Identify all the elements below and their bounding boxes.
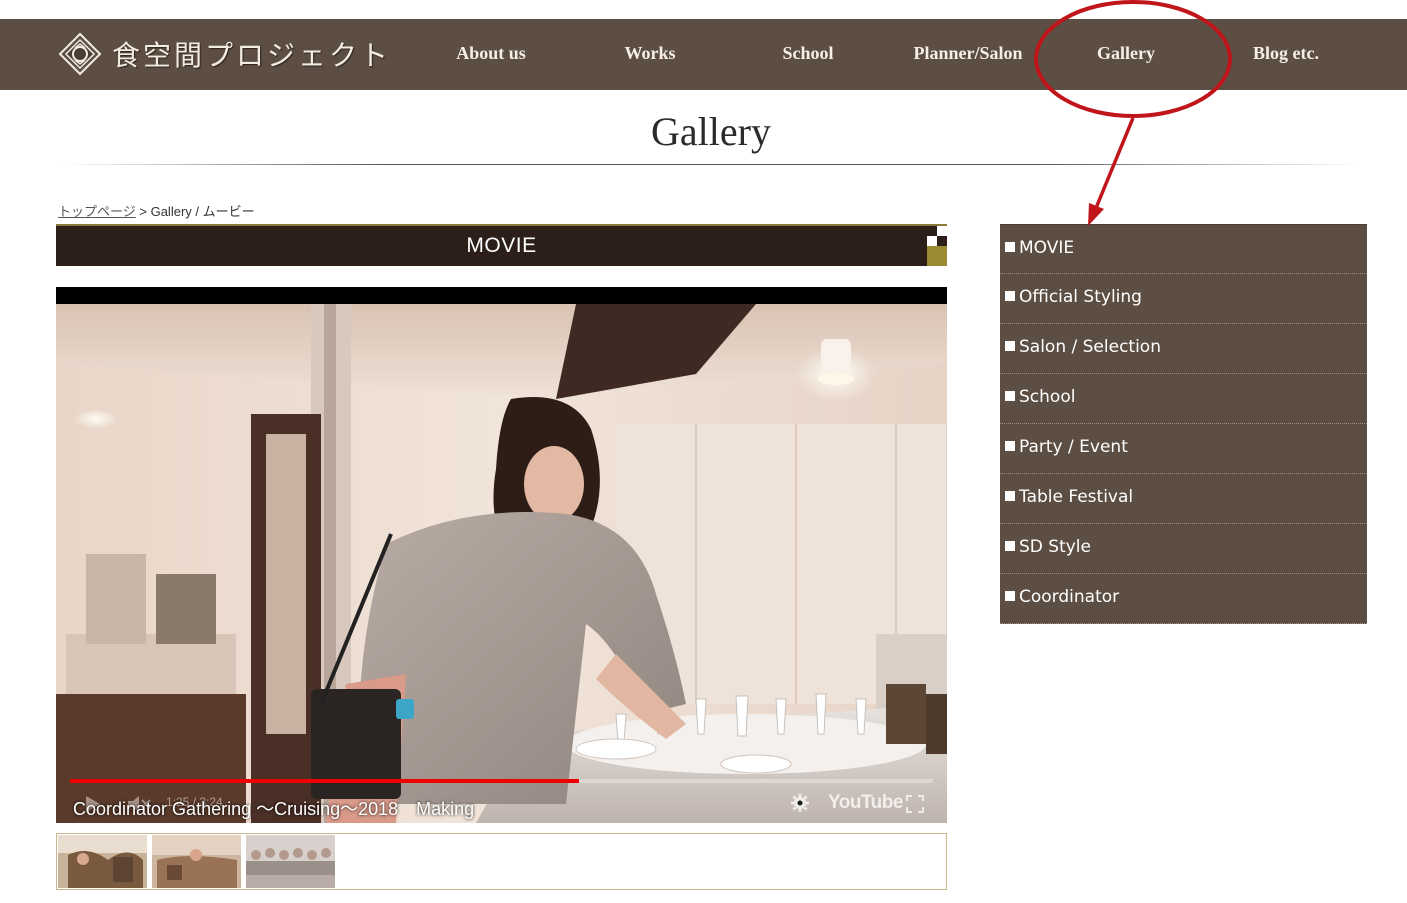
square-bullet-icon [1005, 491, 1015, 501]
youtube-logo[interactable]: YouTube [828, 792, 903, 814]
sidebar-item-label: Coordinator [1019, 587, 1120, 607]
logo-text: 食空間プロジェクト [112, 39, 392, 72]
square-bullet-icon [1005, 291, 1015, 301]
sidebar-item-coordinator[interactable]: Coordinator [1000, 574, 1367, 624]
video-progress-track[interactable] [70, 779, 933, 783]
square-bullet-icon [1005, 441, 1015, 451]
sidebar-item-official-styling[interactable]: Official Styling [1000, 274, 1367, 324]
square-bullet-icon [1005, 591, 1015, 601]
sidebar-item-party-event[interactable]: Party / Event [1000, 424, 1367, 474]
square-bullet-icon [1005, 242, 1015, 252]
gallery-sidebar: MOVIE Official Styling Salon / Selection… [1000, 224, 1367, 624]
sidebar-item-label: Table Festival [1019, 487, 1134, 507]
breadcrumb-home-link[interactable]: トップページ [58, 204, 136, 219]
sidebar-item-movie[interactable]: MOVIE [1000, 224, 1367, 274]
settings-gear-icon[interactable] [791, 794, 809, 812]
sidebar-item-label: Party / Event [1019, 437, 1128, 457]
video-frame [56, 304, 947, 823]
video-thumbnail[interactable] [58, 835, 147, 888]
square-bullet-icon [1005, 391, 1015, 401]
square-bullet-icon [1005, 341, 1015, 351]
nav-blog-etc[interactable]: Blog etc. [1234, 19, 1338, 90]
logo-crest-icon [58, 32, 102, 76]
thumbnail-strip [56, 833, 947, 890]
sidebar-item-label: School [1019, 387, 1076, 407]
video-player[interactable]: 1:25 / 3:24 Coordinator Gathering ～Cruis… [56, 287, 947, 823]
sidebar-item-sd-style[interactable]: SD Style [1000, 524, 1367, 574]
nav-school[interactable]: School [760, 19, 856, 90]
section-heading: MOVIE [466, 234, 537, 257]
fullscreen-icon[interactable] [906, 795, 924, 813]
nav-gallery[interactable]: Gallery [1076, 19, 1176, 90]
breadcrumb-separator: > [139, 204, 147, 219]
nav-about-us[interactable]: About us [440, 19, 542, 90]
sidebar-item-label: SD Style [1019, 537, 1091, 557]
sidebar-item-school[interactable]: School [1000, 374, 1367, 424]
sidebar-item-label: MOVIE [1019, 238, 1075, 258]
section-heading-bar: MOVIE [56, 224, 947, 266]
corner-ornament-icon [927, 226, 947, 266]
page-title: Gallery [651, 109, 771, 154]
video-progress-fill [70, 779, 580, 783]
video-thumbnail[interactable] [246, 835, 335, 888]
breadcrumb: トップページ > Gallery / ムービー [58, 201, 255, 220]
square-bullet-icon [1005, 541, 1015, 551]
sidebar-item-label: Official Styling [1019, 287, 1142, 307]
nav-planner-salon[interactable]: Planner/Salon [904, 19, 1032, 90]
title-divider [60, 164, 1360, 165]
video-title[interactable]: Coordinator Gathering ～Cruising～2018 Mak… [73, 795, 474, 821]
sidebar-item-table-festival[interactable]: Table Festival [1000, 474, 1367, 524]
sidebar-item-salon-selection[interactable]: Salon / Selection [1000, 324, 1367, 374]
breadcrumb-current: Gallery / ムービー [150, 204, 255, 219]
site-header: 食空間プロジェクト About us Works School Planner/… [0, 19, 1407, 90]
sidebar-item-label: Salon / Selection [1019, 337, 1161, 357]
nav-works[interactable]: Works [600, 19, 700, 90]
site-logo[interactable]: 食空間プロジェクト [58, 29, 391, 79]
video-thumbnail[interactable] [152, 835, 241, 888]
arrow-head-icon [1088, 203, 1104, 226]
